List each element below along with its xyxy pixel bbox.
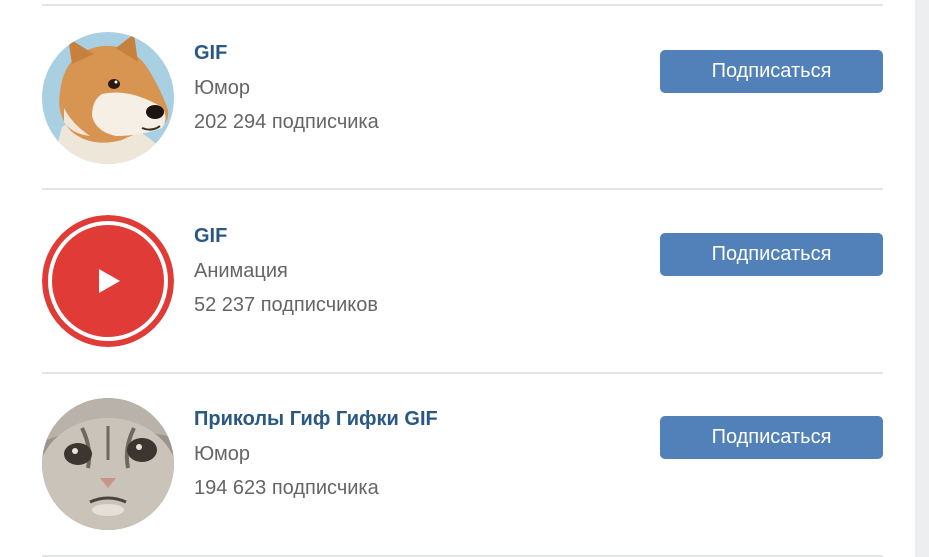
- subscriber-count: 194 623 подписчика: [194, 477, 379, 499]
- grumpy-cat-avatar[interactable]: [42, 398, 174, 530]
- red-play-avatar[interactable]: [42, 215, 174, 347]
- community-name[interactable]: GIF: [194, 42, 227, 65]
- subscriber-count: 202 294 подписчика: [194, 111, 379, 133]
- subscribe-button[interactable]: Подписаться: [660, 416, 883, 459]
- community-category: Юмор: [194, 443, 250, 465]
- community-category: Юмор: [194, 77, 250, 99]
- community-row: Приколы Гиф Гифки GIF Юмор 194 623 подпи…: [0, 367, 915, 550]
- community-name[interactable]: Приколы Гиф Гифки GIF: [194, 408, 438, 431]
- community-row: GIF Юмор 202 294 подписчика Подписаться: [0, 1, 915, 184]
- subscriber-count: 52 237 подписчиков: [194, 294, 379, 316]
- subscribe-button[interactable]: Подписаться: [660, 233, 883, 276]
- community-row: GIF Анимация 52 237 подписчиков Подписат…: [0, 184, 915, 367]
- community-name[interactable]: GIF: [194, 225, 227, 248]
- shiba-dog-avatar[interactable]: [42, 32, 174, 164]
- community-category: Анимация: [194, 260, 288, 282]
- subscribe-button[interactable]: Подписаться: [660, 50, 883, 93]
- community-list: GIF Юмор 202 294 подписчика Подписаться …: [0, 0, 915, 557]
